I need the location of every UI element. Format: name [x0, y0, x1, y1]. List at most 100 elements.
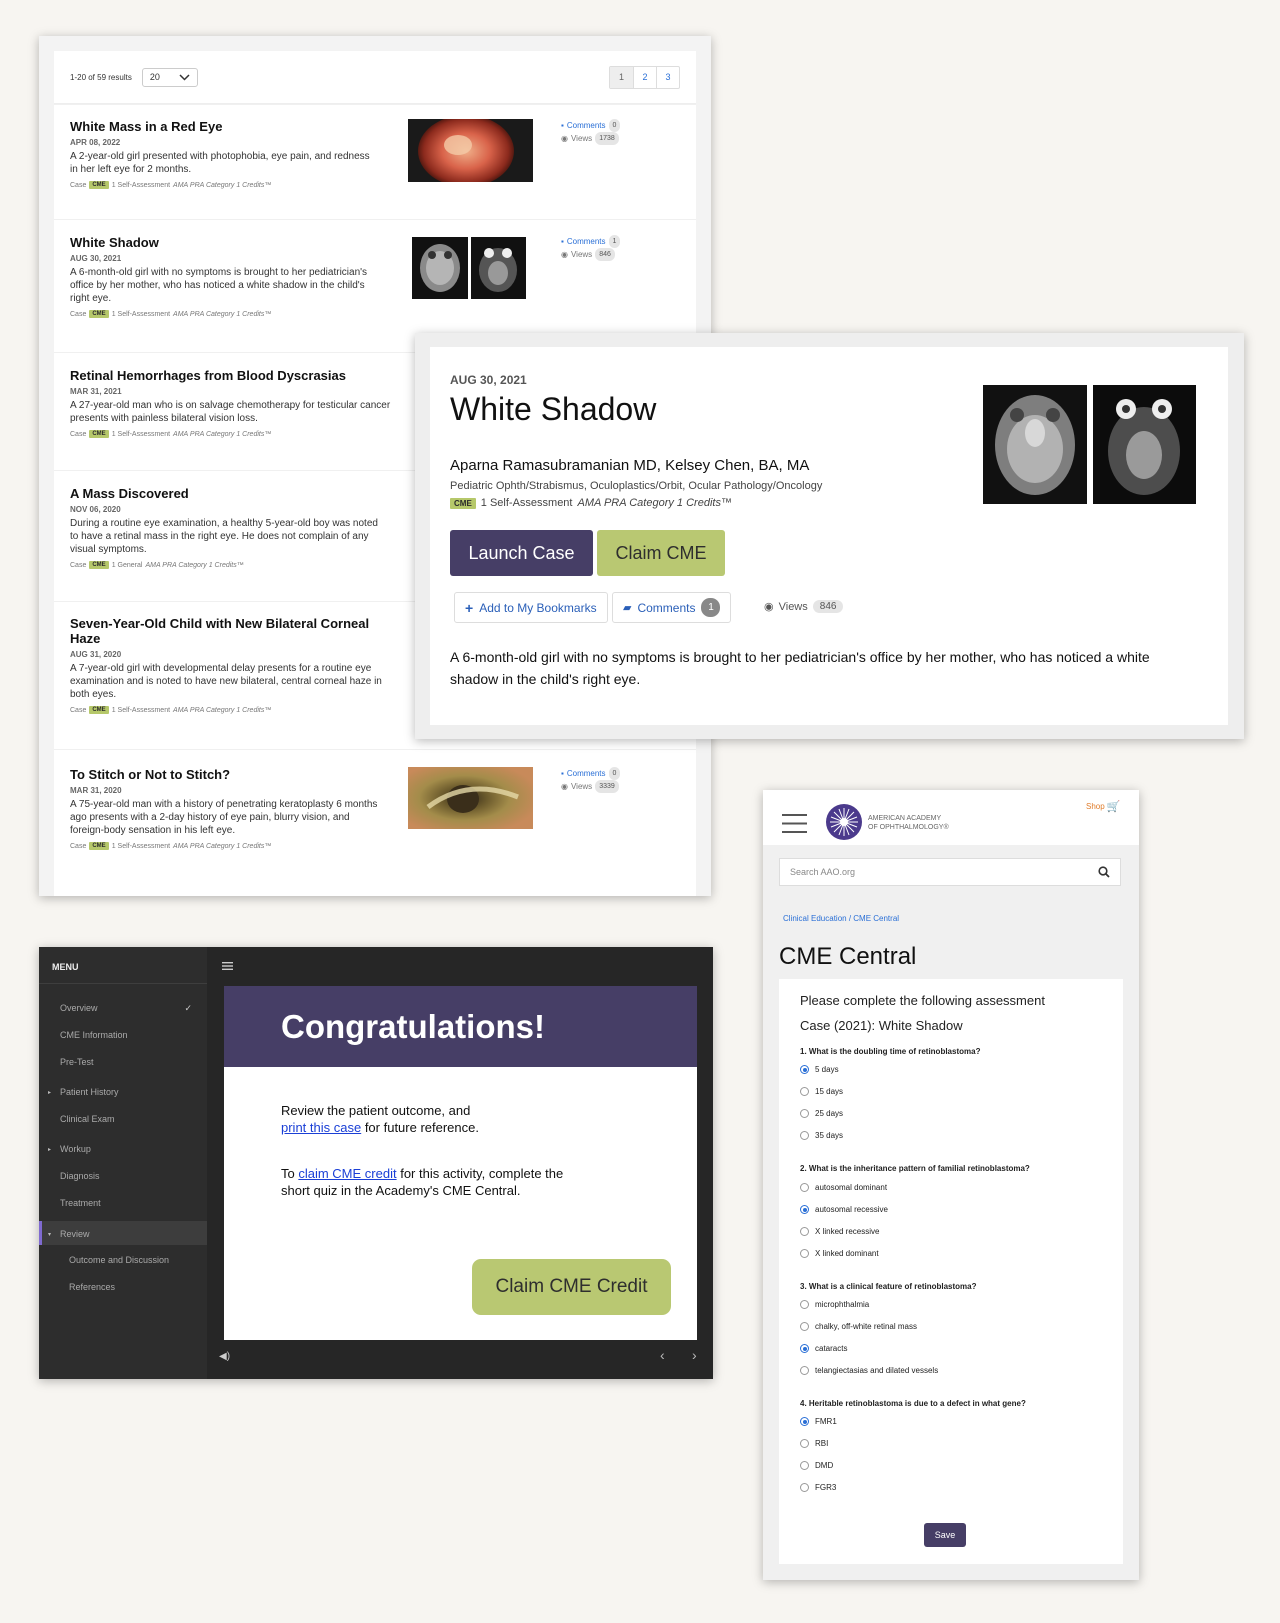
- save-button[interactable]: Save: [924, 1523, 966, 1547]
- answer-option[interactable]: X linked recessive: [800, 1227, 879, 1236]
- answer-option[interactable]: 25 days: [800, 1109, 843, 1118]
- answer-option[interactable]: FMR1: [800, 1417, 837, 1426]
- comment-icon: ▪: [561, 769, 564, 778]
- answer-option[interactable]: chalky, off-white retinal mass: [800, 1322, 917, 1331]
- page-3-button[interactable]: 3: [656, 66, 679, 88]
- breadcrumb[interactable]: Clinical Education / CME Central: [783, 914, 899, 923]
- slide-paragraph: Review the patient outcome, and print thi…: [281, 1102, 581, 1136]
- answer-option[interactable]: FGR3: [800, 1483, 836, 1492]
- case-title[interactable]: White Mass in a Red Eye: [70, 119, 400, 134]
- shop-link[interactable]: Shop 🛒: [1086, 800, 1120, 813]
- views-stat: ◉ Views 846: [764, 600, 844, 613]
- menu-item-overview[interactable]: Overview ✓: [39, 1003, 207, 1013]
- menu-item-treatment[interactable]: Treatment: [39, 1198, 207, 1208]
- case-image[interactable]: [1093, 385, 1196, 504]
- case-title[interactable]: Seven-Year-Old Child with New Bilateral …: [70, 616, 400, 646]
- org-line: OF OPHTHALMOLOGY®: [868, 824, 949, 831]
- answer-option[interactable]: telangiectasias and dilated vessels: [800, 1366, 938, 1375]
- answer-option[interactable]: microphthalmia: [800, 1300, 869, 1309]
- chevron-right-icon[interactable]: ›: [692, 1347, 697, 1363]
- radio-button[interactable]: [800, 1483, 809, 1492]
- answer-option[interactable]: 35 days: [800, 1131, 843, 1140]
- menu-item-label: CME Information: [60, 1030, 128, 1040]
- case-image[interactable]: [983, 385, 1087, 504]
- add-bookmark-button[interactable]: + Add to My Bookmarks: [454, 592, 608, 623]
- menu-item-workup[interactable]: ▸ Workup: [39, 1144, 207, 1154]
- case-title[interactable]: White Shadow: [70, 235, 400, 250]
- paragraph-text: To: [281, 1166, 299, 1181]
- menu-item-references[interactable]: References: [39, 1282, 207, 1292]
- pagination: 1 2 3: [609, 65, 680, 89]
- menu-item-cme-information[interactable]: CME Information: [39, 1030, 207, 1040]
- radio-button[interactable]: [800, 1205, 809, 1214]
- case-title[interactable]: A Mass Discovered: [70, 486, 400, 501]
- launch-case-button[interactable]: Launch Case: [450, 530, 593, 576]
- case-specialties: Pediatric Ophth/Strabismus, Oculoplastic…: [450, 480, 823, 492]
- menu-item-clinical-exam[interactable]: Clinical Exam: [39, 1114, 207, 1124]
- answer-option[interactable]: DMD: [800, 1461, 833, 1470]
- radio-button[interactable]: [800, 1417, 809, 1426]
- menu-item-label: Outcome and Discussion: [69, 1255, 170, 1265]
- eye-icon: ◉: [764, 601, 774, 613]
- answer-option[interactable]: autosomal dominant: [800, 1183, 887, 1192]
- radio-button[interactable]: [800, 1439, 809, 1448]
- claim-cme-credit-button[interactable]: Claim CME Credit: [472, 1259, 671, 1315]
- menu-item-diagnosis[interactable]: Diagnosis: [39, 1171, 207, 1181]
- intro-line: Case (2021): White Shadow: [800, 1018, 963, 1033]
- answer-option[interactable]: 15 days: [800, 1087, 843, 1096]
- case-stats: ▪ Comments 0 ◉ Views 3339: [561, 767, 621, 793]
- menu-item-review[interactable]: ▾ Review: [39, 1221, 207, 1245]
- option-label: microphthalmia: [815, 1300, 870, 1309]
- option-label: FGR3: [815, 1483, 837, 1492]
- comments-link[interactable]: Comments: [567, 767, 606, 780]
- radio-button[interactable]: [800, 1300, 809, 1309]
- radio-button[interactable]: [800, 1461, 809, 1470]
- radio-button[interactable]: [800, 1366, 809, 1375]
- claim-cme-button[interactable]: Claim CME: [597, 530, 725, 576]
- case-thumbnail[interactable]: [412, 237, 468, 299]
- radio-button[interactable]: [800, 1131, 809, 1140]
- case-title[interactable]: Retinal Hemorrhages from Blood Dyscrasia…: [70, 368, 400, 383]
- answer-option[interactable]: cataracts: [800, 1344, 847, 1353]
- credit-prefix: 1 Self-Assessment: [111, 181, 171, 189]
- claim-credit-link[interactable]: claim CME credit: [298, 1166, 396, 1181]
- comment-icon: ▪: [561, 237, 564, 246]
- hamburger-icon[interactable]: [222, 962, 233, 970]
- comments-link[interactable]: Comments: [567, 119, 606, 132]
- case-title[interactable]: To Stitch or Not to Stitch?: [70, 767, 400, 782]
- aao-logo-icon[interactable]: [826, 804, 862, 840]
- search-input[interactable]: Search AAO.org: [779, 858, 1121, 886]
- menu-item-outcome[interactable]: Outcome and Discussion: [39, 1255, 207, 1265]
- radio-button[interactable]: [800, 1065, 809, 1074]
- menu-item-patient-history[interactable]: ▸ Patient History: [39, 1087, 207, 1097]
- radio-button[interactable]: [800, 1227, 809, 1236]
- paragraph-text: Review the patient outcome, and: [281, 1103, 471, 1118]
- page-1-button[interactable]: 1: [610, 66, 633, 88]
- comments-button[interactable]: ▰ Comments 1: [612, 592, 732, 623]
- radio-button[interactable]: [800, 1322, 809, 1331]
- hamburger-icon[interactable]: [782, 814, 807, 833]
- answer-option[interactable]: X linked dominant: [800, 1249, 879, 1258]
- search-icon[interactable]: [1098, 866, 1110, 878]
- course-menu: MENU Overview ✓ CME Information Pre-Test …: [39, 947, 207, 1379]
- print-case-link[interactable]: print this case: [281, 1120, 361, 1135]
- per-page-select[interactable]: 20: [141, 67, 198, 87]
- comments-link[interactable]: Comments: [567, 235, 606, 248]
- chevron-left-icon[interactable]: ‹: [660, 1347, 665, 1363]
- radio-button[interactable]: [800, 1183, 809, 1192]
- case-tags: Case CME 1 Self-Assessment AMA PRA Category…: [70, 310, 696, 318]
- radio-button[interactable]: [800, 1249, 809, 1258]
- case-stats: ▪ Comments 1 ◉ Views 846: [561, 235, 621, 261]
- radio-button[interactable]: [800, 1109, 809, 1118]
- answer-option[interactable]: 5 days: [800, 1065, 839, 1074]
- case-thumbnail[interactable]: [471, 237, 526, 299]
- radio-button[interactable]: [800, 1344, 809, 1353]
- answer-option[interactable]: autosomal recessive: [800, 1205, 888, 1214]
- case-thumbnail[interactable]: [408, 119, 533, 182]
- menu-item-pre-test[interactable]: Pre-Test: [39, 1057, 207, 1067]
- page-2-button[interactable]: 2: [633, 66, 656, 88]
- case-thumbnail[interactable]: [408, 767, 533, 829]
- radio-button[interactable]: [800, 1087, 809, 1096]
- answer-option[interactable]: RBI: [800, 1439, 828, 1448]
- volume-icon[interactable]: ◀): [219, 1351, 230, 1362]
